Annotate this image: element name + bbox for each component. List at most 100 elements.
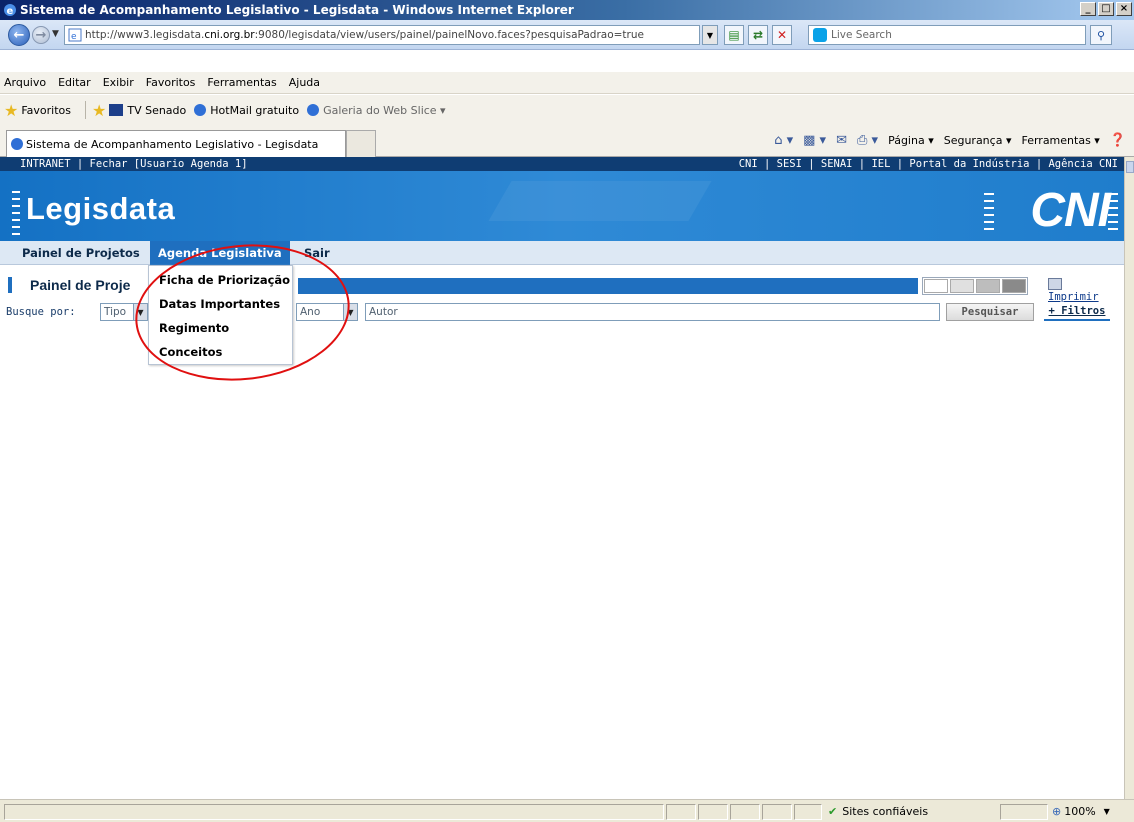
print-link[interactable]: Imprimir [1048,278,1099,303]
status-cell [794,804,822,820]
menu-sair[interactable]: Sair [296,241,338,265]
minimize-button[interactable]: _ [1080,2,1096,16]
separator [85,101,86,119]
cni-stripes-icon [984,193,994,233]
ie-page-icon [194,104,207,116]
cni-stripes-icon [1108,193,1118,233]
help-icon[interactable]: ❓ [1110,133,1126,148]
favorites-label: Favoritos [21,103,71,117]
portal-links[interactable]: CNI | SESI | SENAI | IEL | Portal da Ind… [739,158,1118,170]
favorite-label: HotMail gratuito [210,103,300,117]
panel-header-line [298,278,918,294]
intranet-links[interactable]: INTRANET | Fechar [Usuario Agenda 1] [20,158,248,170]
status-bar: ✔ Sites confiáveis ⊕ 100% ▼ [0,799,1134,822]
favorite-web-slice-gallery[interactable]: Galeria do Web Slice ▾ [307,104,446,117]
favorite-label: TV Senado [127,103,187,117]
legisdata-banner: Legisdata CNI [0,171,1124,241]
view-option-3[interactable] [976,279,1000,293]
home-icon[interactable]: ⌂ ▾ [774,133,793,148]
back-button[interactable]: ← [8,24,30,46]
search-go-button[interactable]: ⚲ [1090,25,1112,45]
cmd-ferramentas[interactable]: Ferramentas ▾ [1021,134,1099,147]
url-domain: cni.org.br [204,29,255,41]
page-viewport: INTRANET | Fechar [Usuario Agenda 1] CNI… [0,157,1124,799]
view-option-4[interactable] [1002,279,1026,293]
menu-arquivo[interactable]: Arquivo [4,76,46,89]
zoom-icon: ⊕ [1052,805,1062,818]
favorites-star-icon: ★ [4,100,19,120]
menu-bar: Arquivo Editar Exibir Favoritos Ferramen… [0,72,1134,94]
favorite-tv-senado[interactable]: TV Senado [109,104,186,117]
zoom-control[interactable]: ⊕ 100% ▼ [1052,805,1110,818]
search-placeholder: Live Search [831,29,892,41]
compatibility-view-icon[interactable]: ▤ [724,25,744,45]
menu-ferramentas[interactable]: Ferramentas [207,76,276,89]
ano-select[interactable]: Ano ▼ [296,303,358,321]
ie-page-icon [11,138,23,150]
menu-painel-projetos[interactable]: Painel de Projetos [14,241,148,265]
banner-decoration [488,181,712,221]
forward-button[interactable]: → [32,26,50,44]
status-cell [666,804,696,820]
view-option-1[interactable] [924,279,948,293]
printer-icon [1048,278,1062,290]
menu-exibir[interactable]: Exibir [103,76,134,89]
dropdown-item-regimento[interactable]: Regimento [159,321,229,335]
status-text-cell [4,804,664,820]
cmd-pagina[interactable]: Página ▾ [888,134,934,147]
menu-favoritos[interactable]: Favoritos [146,76,196,89]
tv-senado-icon [109,104,124,116]
status-cell [762,804,792,820]
print-icon[interactable]: ⎙ ▾ [857,133,878,148]
view-option-2[interactable] [950,279,974,293]
favorites-bar: ★ Favoritos ★ TV Senado HotMail gratuito… [0,95,1134,125]
favorites-button[interactable]: ★ Favoritos [4,101,71,120]
feeds-icon[interactable]: ▩ ▾ [803,133,826,148]
close-button[interactable]: × [1116,2,1132,16]
logo-stripes-icon [12,191,20,235]
svg-text:e: e [71,32,77,42]
agenda-dropdown-menu: Ficha de Priorização Datas Importantes R… [148,265,293,365]
window-titlebar: e Sistema de Acompanhamento Legislativo … [0,0,1134,20]
cmd-seguranca[interactable]: Segurança ▾ [944,134,1012,147]
autor-input[interactable]: Autor [365,303,940,321]
command-bar: ⌂ ▾ ▩ ▾ ✉ ⎙ ▾ Página ▾ Segurança ▾ Ferra… [774,133,1126,148]
history-dropdown-icon[interactable]: ▼ [52,29,59,39]
mail-icon[interactable]: ✉ [836,133,847,148]
maximize-button[interactable]: □ [1098,2,1114,16]
panel-accent-bar [8,277,12,293]
menu-agenda-legislativa[interactable]: Agenda Legislativa [150,241,290,265]
tipo-select[interactable]: Tipo ▼ [100,303,148,321]
menu-ajuda[interactable]: Ajuda [289,76,320,89]
new-tab-button[interactable] [346,130,376,157]
protected-mode-cell[interactable] [1000,804,1048,820]
svg-text:e: e [7,6,14,17]
tab-bar: Sistema de Acompanhamento Legislativo - … [0,125,1134,157]
app-menu: Painel de Projetos Agenda Legislativa Sa… [0,241,1124,265]
security-zone[interactable]: ✔ Sites confiáveis [828,805,928,818]
menu-editar[interactable]: Editar [58,76,91,89]
zone-label: Sites confiáveis [842,805,929,818]
dropdown-item-datas-importantes[interactable]: Datas Importantes [159,297,280,311]
legisdata-logo: Legisdata [26,191,176,226]
search-input[interactable]: Live Search [808,25,1086,45]
vertical-scrollbar[interactable] [1124,157,1134,799]
dropdown-item-conceitos[interactable]: Conceitos [159,345,222,359]
scroll-up-arrow[interactable] [1126,161,1134,173]
cni-logo: CNI [1030,184,1111,237]
favorite-hotmail[interactable]: HotMail gratuito [194,104,299,117]
refresh-icon[interactable]: ⇄ [748,25,768,45]
pesquisar-button[interactable]: Pesquisar [946,303,1034,321]
stop-icon[interactable]: ✕ [772,25,792,45]
dropdown-item-ficha-priorizacao[interactable]: Ficha de Priorização [159,273,290,287]
tipo-placeholder: Tipo [104,306,127,318]
tab-legisdata[interactable]: Sistema de Acompanhamento Legislativo - … [6,130,346,157]
filtros-link[interactable]: + Filtros [1044,303,1110,321]
status-cell [698,804,728,820]
add-favorite-icon[interactable]: ★ [92,101,106,120]
autor-placeholder: Autor [369,306,398,318]
address-dropdown-icon[interactable]: ▼ [702,25,718,45]
live-search-icon [813,28,827,42]
chevron-down-icon: ▼ [343,304,357,320]
address-bar[interactable]: e http://www3.legisdata. cni.org.br:9080/… [64,25,700,45]
